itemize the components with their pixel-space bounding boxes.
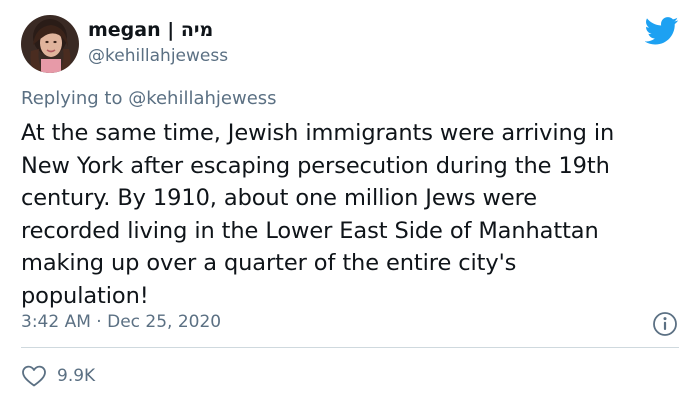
tweet-text-line: population! [21, 282, 149, 309]
tweet-timestamp[interactable]: 3:42 AM · Dec 25, 2020 [21, 312, 221, 332]
author-handle[interactable]: @kehillahjewess [88, 46, 228, 66]
reply-mention-link[interactable]: @kehillahjewess [128, 88, 276, 109]
author-name[interactable]: megan | מיה [88, 19, 213, 41]
tweet-text-line: century. By 1910, about one million Jews… [21, 185, 537, 211]
tweet-card: megan | מיה @kehillahjewess Replying to … [0, 0, 700, 402]
tweet-date[interactable]: Dec 25, 2020 [107, 312, 221, 332]
twitter-bird-icon[interactable] [645, 17, 679, 45]
tweet-text-line: recorded living in the Lower East Side o… [21, 217, 599, 244]
tweet-time[interactable]: 3:42 AM [21, 312, 91, 332]
display-name[interactable]: megan | מיה [88, 19, 213, 41]
like-count: 9.9K [57, 366, 96, 386]
info-icon[interactable] [652, 311, 678, 337]
reply-prefix: Replying to [21, 88, 129, 109]
tweet-text-line: At the same time, Jewish immigrants were… [21, 120, 615, 146]
meta-separator: · [90, 312, 108, 332]
avatar[interactable] [21, 15, 79, 73]
tweet-text-line: New York after escaping persecution duri… [21, 152, 610, 179]
avatar-image [21, 15, 79, 73]
reply-context: Replying to @kehillahjewess [21, 88, 277, 109]
divider [21, 347, 679, 348]
heart-icon[interactable] [21, 364, 47, 388]
tweet-text: At the same time, Jewish immigrants were… [21, 117, 686, 312]
like-button[interactable]: 9.9K [21, 364, 95, 388]
tweet-text-line: making up over a quarter of the entire c… [21, 250, 517, 276]
